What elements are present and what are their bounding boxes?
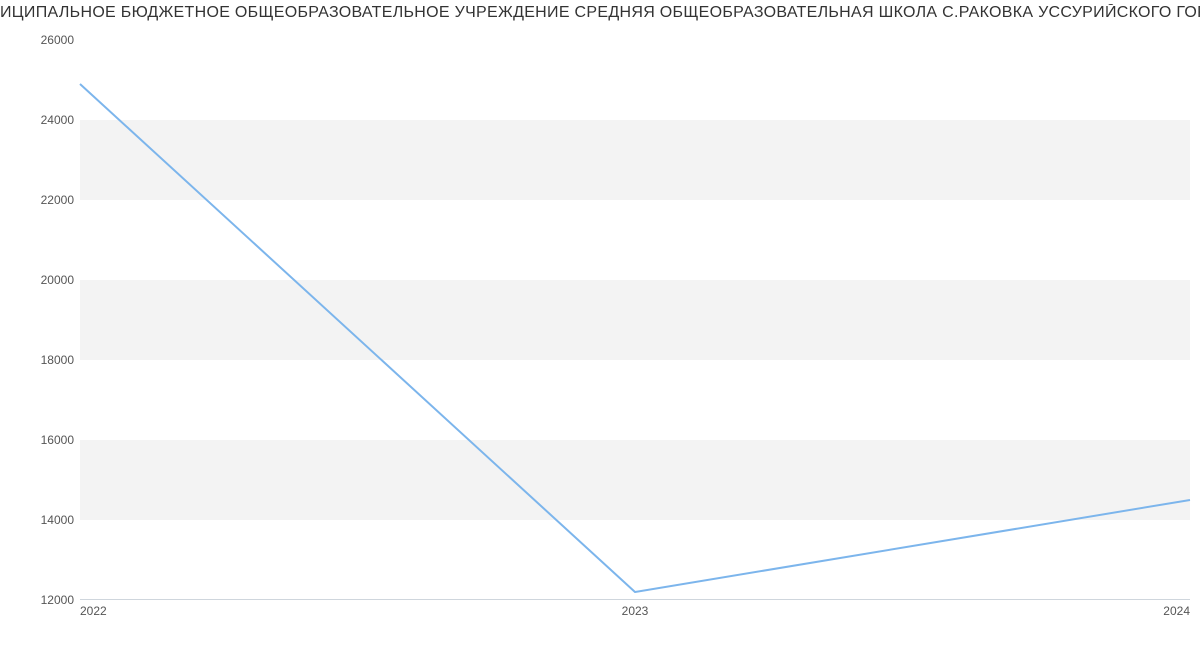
line-series xyxy=(80,40,1190,600)
y-tick-label: 12000 xyxy=(41,593,74,607)
x-axis: 2022 2023 2024 xyxy=(80,600,1190,620)
y-tick-label: 26000 xyxy=(41,33,74,47)
plot-area xyxy=(80,40,1190,600)
y-tick-label: 16000 xyxy=(41,433,74,447)
x-tick-label: 2024 xyxy=(1163,604,1190,618)
y-tick-label: 22000 xyxy=(41,193,74,207)
y-tick-label: 14000 xyxy=(41,513,74,527)
chart-title: ИЦИПАЛЬНОЕ БЮДЖЕТНОЕ ОБЩЕОБРАЗОВАТЕЛЬНОЕ… xyxy=(0,4,1200,22)
x-tick-label: 2022 xyxy=(80,604,107,618)
y-tick-label: 24000 xyxy=(41,113,74,127)
y-tick-label: 20000 xyxy=(41,273,74,287)
y-tick-label: 18000 xyxy=(41,353,74,367)
x-tick-label: 2023 xyxy=(622,604,649,618)
y-axis: 1200014000160001800020000220002400026000 xyxy=(0,40,80,600)
